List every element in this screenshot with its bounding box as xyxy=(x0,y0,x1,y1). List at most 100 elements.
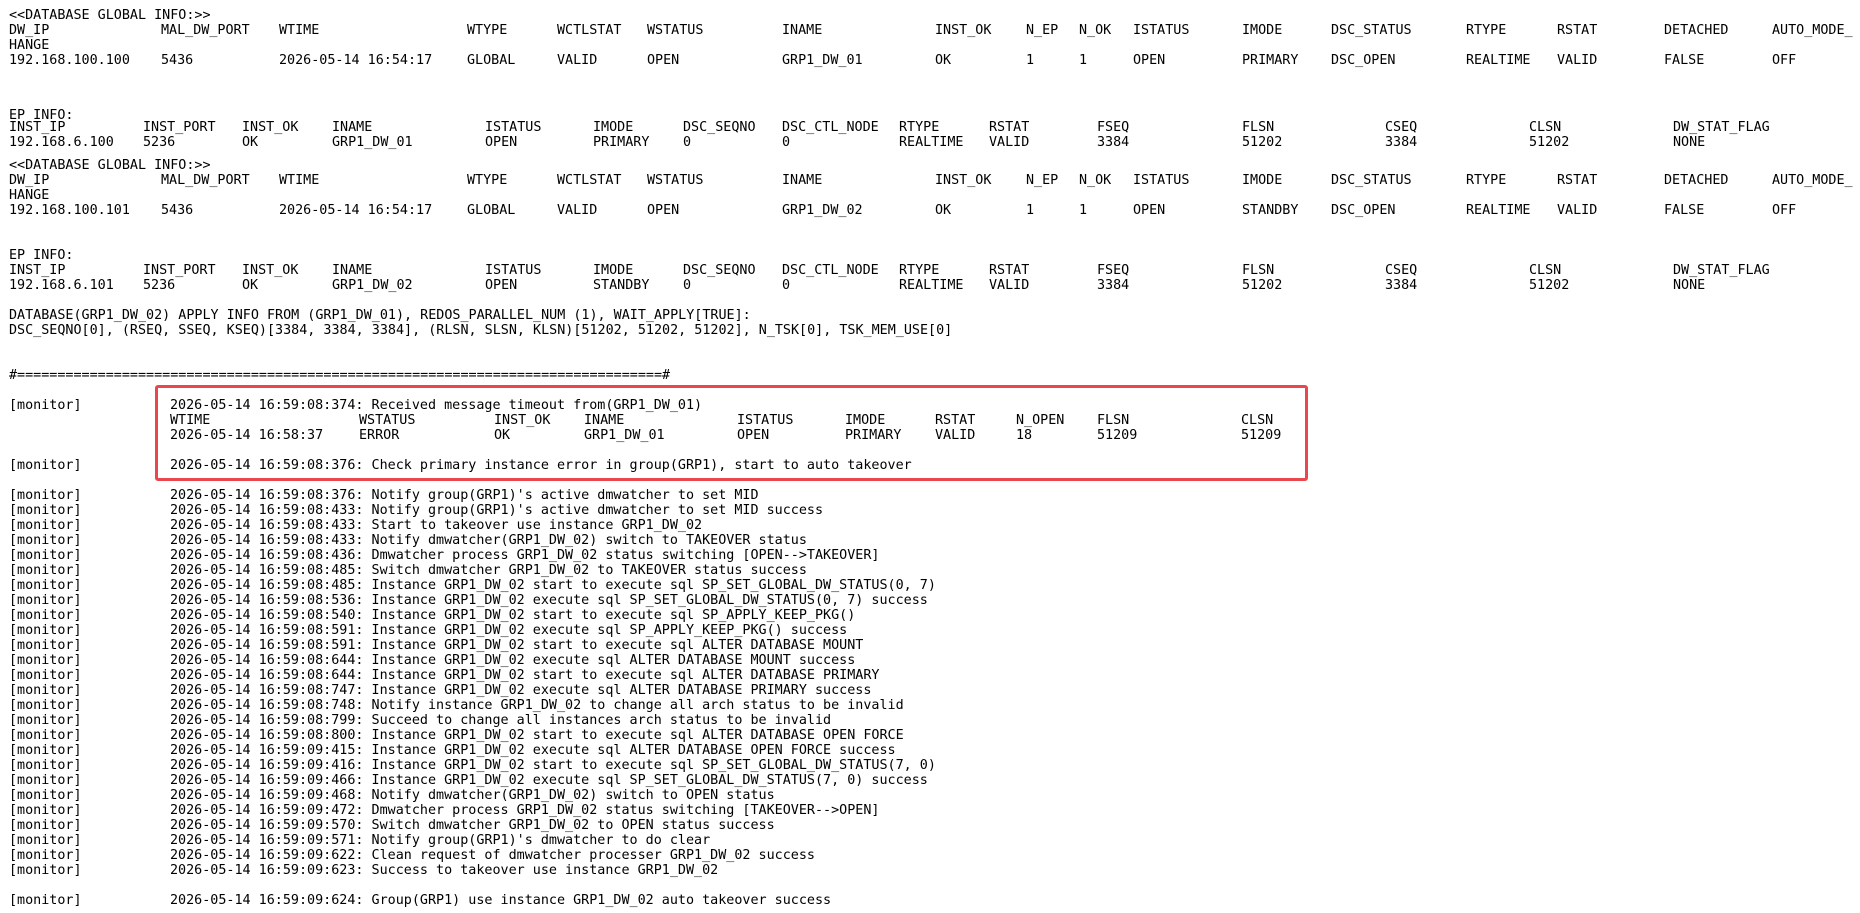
val-rstat: VALID xyxy=(1557,53,1598,68)
val-auto-mode: OFF xyxy=(1772,203,1797,218)
val-iname: GRP1_DW_01 xyxy=(332,135,413,150)
val-rstat: VALID xyxy=(935,428,976,443)
col-mal-dw-port: MAL_DW_PORT xyxy=(161,23,250,38)
col-dsc-seqno: DSC_SEQNO xyxy=(683,263,756,278)
apply-info-line: DSC_SEQNO[0], (RSEQ, SSEQ, KSEQ)[3384, 3… xyxy=(9,323,953,338)
col-imode: IMODE xyxy=(1242,23,1283,38)
val-wstatus: OPEN xyxy=(647,203,680,218)
col-imode: IMODE xyxy=(593,263,634,278)
val-imode: STANDBY xyxy=(593,278,650,293)
col-n-ok: N_OK xyxy=(1079,23,1112,38)
ep-info-header-row: INST_IP INST_PORT INST_OK INAME ISTATUS … xyxy=(0,263,1770,278)
col-auto-mode: AUTO_MODE_ xyxy=(1772,173,1853,188)
val-rtype: REALTIME xyxy=(899,278,964,293)
monitor-tag: [monitor] xyxy=(9,593,82,608)
col-inst-ok: INST_OK xyxy=(935,173,992,188)
val-iname: GRP1_DW_01 xyxy=(584,428,665,443)
log-message: 2026-05-14 16:59:08:433: Notify dmwatche… xyxy=(170,533,807,548)
val-wstatus: OPEN xyxy=(647,53,680,68)
val-imode: STANDBY xyxy=(1242,203,1299,218)
val-inst-ok: OK xyxy=(935,53,952,68)
val-inst-ok: OK xyxy=(935,203,952,218)
monitor-tag: [monitor] xyxy=(9,608,82,623)
val-dsc-ctl-node: 0 xyxy=(782,135,791,150)
monitor-tag: [monitor] xyxy=(9,683,82,698)
val-dw-stat-flag: NONE xyxy=(1673,135,1706,150)
col-auto-mode: AUTO_MODE_ xyxy=(1772,23,1853,38)
col-rtype: RTYPE xyxy=(899,263,940,278)
monitor-tag: [monitor] xyxy=(9,863,82,878)
val-istatus: OPEN xyxy=(1133,53,1166,68)
col-iname: INAME xyxy=(332,263,373,278)
val-dsc-ctl-node: 0 xyxy=(782,278,791,293)
log-message: 2026-05-14 16:59:08:374: Received messag… xyxy=(170,398,703,413)
log-message: 2026-05-14 16:59:08:540: Instance GRP1_D… xyxy=(170,608,856,623)
log-message: 2026-05-14 16:59:08:748: Notify instance… xyxy=(170,698,904,713)
apply-info-line: DATABASE(GRP1_DW_02) APPLY INFO FROM (GR… xyxy=(9,308,751,323)
log-message: 2026-05-14 16:59:09:468: Notify dmwatche… xyxy=(170,788,775,803)
val-rtype: REALTIME xyxy=(899,135,964,150)
val-auto-mode: OFF xyxy=(1772,53,1797,68)
val-wctlstat: VALID xyxy=(557,203,598,218)
col-wtime: WTIME xyxy=(170,413,211,428)
monitor-tag: [monitor] xyxy=(9,398,82,413)
global-info-header-wrap: HANGE xyxy=(9,188,50,203)
monitor-tag: [monitor] xyxy=(9,803,82,818)
val-istatus: OPEN xyxy=(485,135,518,150)
log-message: 2026-05-14 16:59:08:376: Notify group(GR… xyxy=(170,488,759,503)
monitor-tag: [monitor] xyxy=(9,548,82,563)
global-info-value-row: 192.168.100.101 5436 2026-05-14 16:54:17… xyxy=(0,203,1796,218)
col-dw-ip: DW_IP xyxy=(9,173,50,188)
global-info-title: <<DATABASE GLOBAL INFO:>> xyxy=(9,158,211,173)
col-n-open: N_OPEN xyxy=(1016,413,1065,428)
val-imode: PRIMARY xyxy=(593,135,650,150)
log-message: 2026-05-14 16:59:08:591: Instance GRP1_D… xyxy=(170,623,848,638)
val-rtype: REALTIME xyxy=(1466,203,1531,218)
col-wtime: WTIME xyxy=(279,23,320,38)
col-dsc-ctl-node: DSC_CTL_NODE xyxy=(782,120,879,135)
col-n-ok: N_OK xyxy=(1079,173,1112,188)
monitor-tag: [monitor] xyxy=(9,458,82,473)
col-iname: INAME xyxy=(782,173,823,188)
log-message: 2026-05-14 16:59:09:624: Group(GRP1) use… xyxy=(170,893,832,908)
log-message: 2026-05-14 16:59:08:747: Instance GRP1_D… xyxy=(170,683,872,698)
col-dsc-seqno: DSC_SEQNO xyxy=(683,120,756,135)
global-info-header-row: DW_IP MAL_DW_PORT WTIME WTYPE WCTLSTAT W… xyxy=(0,173,1853,188)
col-flsn: FLSN xyxy=(1242,120,1275,135)
global-info-header-row: DW_IP MAL_DW_PORT WTIME WTYPE WCTLSTAT W… xyxy=(0,23,1853,38)
col-dsc-status: DSC_STATUS xyxy=(1331,23,1412,38)
val-istatus: OPEN xyxy=(1133,203,1166,218)
log-message: 2026-05-14 16:59:08:433: Notify group(GR… xyxy=(170,503,824,518)
col-istatus: ISTATUS xyxy=(1133,23,1190,38)
val-dsc-status: DSC_OPEN xyxy=(1331,53,1396,68)
separator-line: #=======================================… xyxy=(9,368,671,383)
log-line: [monitor] 2026-05-14 16:59:08:374: Recei… xyxy=(0,398,702,413)
col-rstat: RSTAT xyxy=(935,413,976,428)
col-rtype: RTYPE xyxy=(899,120,940,135)
val-clsn: 51209 xyxy=(1241,428,1282,443)
val-inst-ok: OK xyxy=(242,278,259,293)
log-message: 2026-05-14 16:59:09:466: Instance GRP1_D… xyxy=(170,773,928,788)
col-inst-ok: INST_OK xyxy=(935,23,992,38)
val-clsn: 51202 xyxy=(1529,135,1570,150)
log-message: 2026-05-14 16:59:09:415: Instance GRP1_D… xyxy=(170,743,896,758)
col-imode: IMODE xyxy=(845,413,886,428)
col-inst-port: INST_PORT xyxy=(143,263,216,278)
val-imode: PRIMARY xyxy=(845,428,902,443)
col-clsn: CLSN xyxy=(1241,413,1274,428)
val-cseq: 3384 xyxy=(1385,135,1418,150)
val-dw-ip: 192.168.100.100 xyxy=(9,53,130,68)
col-dw-ip: DW_IP xyxy=(9,23,50,38)
col-istatus: ISTATUS xyxy=(485,263,542,278)
val-istatus: OPEN xyxy=(737,428,770,443)
val-inst-ok: OK xyxy=(242,135,259,150)
val-dsc-seqno: 0 xyxy=(683,135,692,150)
col-inst-ok: INST_OK xyxy=(494,413,551,428)
log-message: 2026-05-14 16:59:08:800: Instance GRP1_D… xyxy=(170,728,904,743)
col-wstatus: WSTATUS xyxy=(647,23,704,38)
val-dw-ip: 192.168.100.101 xyxy=(9,203,130,218)
log-line: [monitor] 2026-05-14 16:59:09:624: Group… xyxy=(0,893,831,908)
col-inst-ok: INST_OK xyxy=(242,263,299,278)
col-mal-dw-port: MAL_DW_PORT xyxy=(161,173,250,188)
log-message: 2026-05-14 16:59:09:416: Instance GRP1_D… xyxy=(170,758,936,773)
